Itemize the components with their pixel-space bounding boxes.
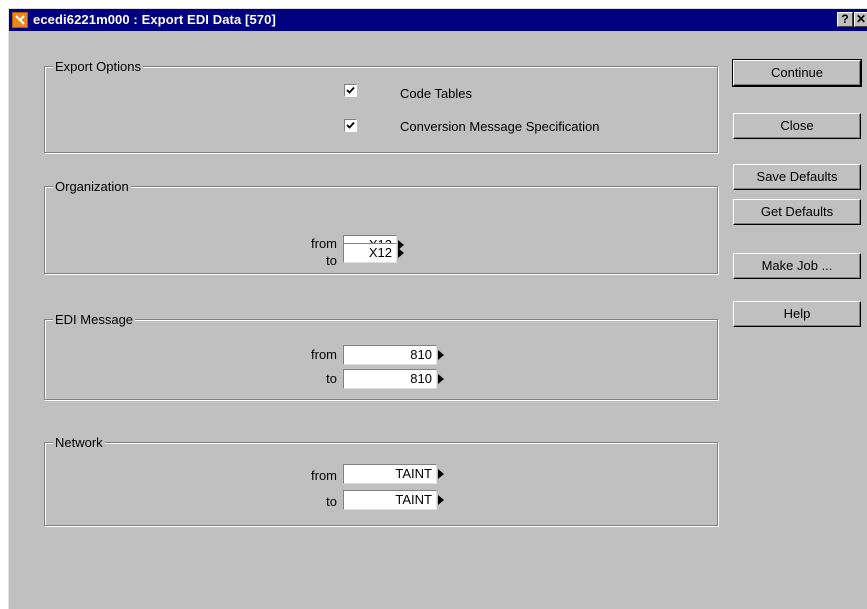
- get-defaults-button[interactable]: Get Defaults: [733, 199, 861, 225]
- conversion-spec-label[interactable]: Conversion Message Specification: [400, 119, 599, 134]
- app-icon[interactable]: [12, 12, 28, 28]
- close-button[interactable]: Close: [733, 113, 861, 139]
- export-options-label: Export Options: [53, 59, 143, 74]
- edi-message-from-field[interactable]: 810: [343, 345, 437, 365]
- title-bar[interactable]: ecedi6221m000 : Export EDI Data [570] ? …: [9, 9, 867, 31]
- edi-message-from-zoom-icon[interactable]: [438, 350, 444, 360]
- organization-label: Organization: [53, 179, 131, 194]
- make-job-button[interactable]: Make Job ...: [733, 253, 861, 279]
- window-title: ecedi6221m000 : Export EDI Data [570]: [33, 12, 276, 27]
- network-to-field[interactable]: TAINT: [343, 490, 437, 510]
- network-to-zoom-icon[interactable]: [438, 495, 444, 505]
- organization-to-label: to: [326, 253, 337, 268]
- network-from-zoom-icon[interactable]: [438, 469, 444, 479]
- close-window-button[interactable]: ✕: [854, 12, 867, 27]
- edi-message-label: EDI Message: [53, 312, 136, 327]
- continue-button[interactable]: Continue: [732, 59, 862, 87]
- conversion-spec-checkbox[interactable]: [344, 119, 357, 132]
- network-from-label: from: [311, 468, 337, 483]
- network-from-field[interactable]: TAINT: [343, 464, 437, 484]
- edi-message-to-field[interactable]: 810: [343, 369, 437, 389]
- close-icon: ✕: [855, 12, 867, 26]
- help-button[interactable]: Help: [733, 301, 861, 327]
- organization-to-zoom-icon[interactable]: [398, 248, 404, 258]
- edi-message-to-zoom-icon[interactable]: [438, 374, 444, 384]
- network-group: Network: [44, 435, 718, 526]
- organization-to-field[interactable]: X12: [343, 243, 397, 263]
- edi-message-to-label: to: [326, 371, 337, 386]
- checkmark-icon: [346, 121, 355, 129]
- network-to-label: to: [326, 494, 337, 509]
- help-title-button[interactable]: ?: [837, 12, 853, 27]
- organization-from-label: from: [311, 236, 337, 251]
- code-tables-label[interactable]: Code Tables: [400, 86, 472, 101]
- export-options-group: Export Options: [44, 59, 718, 153]
- network-label: Network: [53, 435, 105, 450]
- checkmark-icon: [346, 86, 355, 94]
- code-tables-checkbox[interactable]: [344, 84, 357, 97]
- export-edi-data-window: ecedi6221m000 : Export EDI Data [570] ? …: [8, 8, 867, 609]
- save-defaults-button[interactable]: Save Defaults: [733, 164, 861, 190]
- edi-message-from-label: from: [311, 347, 337, 362]
